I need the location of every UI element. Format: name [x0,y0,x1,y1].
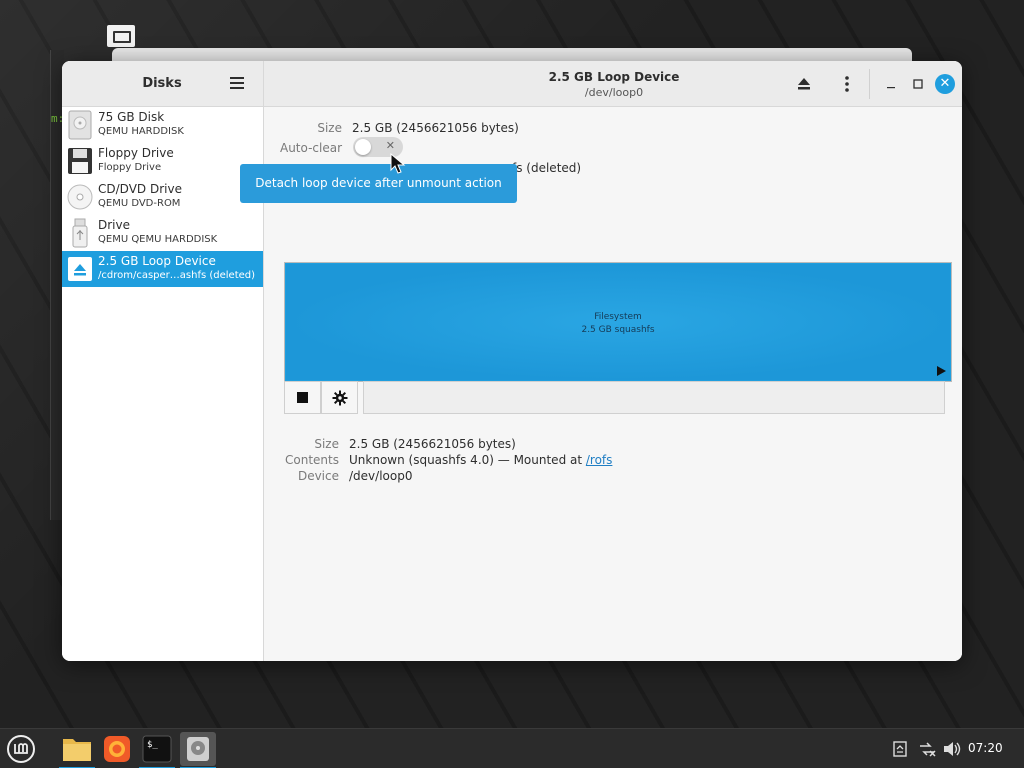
backing-file-value: fs (deleted) [512,161,582,175]
volume-graphic: Filesystem 2.5 GB squashfs [284,262,952,382]
files-icon [63,739,91,761]
contents-label: Contents [285,453,339,467]
mouse-cursor-icon [390,153,406,174]
terminal-icon: $_ [142,735,172,763]
drive-name: CD/DVD Drive [98,182,182,196]
contents-text: Unknown (squashfs 4.0) — Mounted at [349,453,586,467]
drive-subtitle: Floppy Drive [98,162,162,173]
header-bar: 2.5 GB Loop Device /dev/loop0 ✕ [264,61,962,107]
gear-icon [332,390,347,405]
taskbar-files[interactable] [59,732,95,768]
tray-notes[interactable] [891,740,909,758]
toggle-knob [355,139,371,155]
eject-button[interactable] [793,73,815,95]
taskbar-terminal[interactable]: $_ [139,732,175,768]
usb-drive-icon [72,218,88,248]
partition-toolbar [284,381,946,415]
hamburger-menu-icon[interactable] [227,74,247,94]
tray-volume[interactable] [943,740,961,758]
taskbar-disks[interactable] [180,732,216,768]
partition-size: 2.5 GB squashfs [581,325,655,335]
sidebar-item-drive[interactable]: Drive QEMU QEMU HARDDISK [62,215,263,251]
tray-network[interactable] [918,740,936,758]
contents-value: Unknown (squashfs 4.0) — Mounted at /rof… [349,453,612,467]
disks-window: Disks 75 GB Disk QEMU HARDDISK Floppy Dr… [62,61,962,661]
drive-name: Drive [98,218,130,232]
play-arrow-icon [937,366,946,376]
size-label: Size [317,121,342,135]
eject-icon [68,257,92,281]
header-separator [869,69,870,99]
device-value: /dev/loop0 [349,469,413,483]
partition-block[interactable]: Filesystem 2.5 GB squashfs [286,264,950,380]
more-options-button[interactable] [836,73,858,95]
sidebar: Disks 75 GB Disk QEMU HARDDISK Floppy Dr… [62,61,264,661]
start-menu-button[interactable] [3,732,39,766]
drive-subtitle: QEMU HARDDISK [98,126,184,137]
kebab-menu-icon [845,76,849,92]
autoclear-tooltip: Detach loop device after unmount action [240,164,517,203]
partition-size-value: 2.5 GB (2456621056 bytes) [349,437,516,451]
sidebar-item-loop-device[interactable]: 2.5 GB Loop Device /cdrom/casper…ashfs (… [62,251,263,287]
maximize-button[interactable] [907,73,929,95]
mint-menu-icon [7,735,35,763]
taskbar: $_ 07:20 [0,728,1024,768]
drive-name: 2.5 GB Loop Device [98,254,216,268]
minimize-icon [887,87,895,89]
mount-point-link[interactable]: /rofs [586,453,613,467]
desktop-computer-icon[interactable] [107,25,135,47]
drive-subtitle: QEMU QEMU HARDDISK [98,234,218,245]
partition-label: Filesystem 2.5 GB squashfs [286,311,950,337]
drive-subtitle: QEMU DVD-ROM [98,198,181,209]
unmount-button[interactable] [284,381,321,414]
partition-size-label: Size [314,437,339,451]
autoclear-label: Auto-clear [279,141,342,155]
svg-text:$_: $_ [147,740,158,750]
size-value: 2.5 GB (2456621056 bytes) [352,121,519,135]
partition-settings-button[interactable] [321,381,358,414]
stop-icon [297,392,308,403]
network-disconnected-icon [920,742,936,757]
taskbar-firefox[interactable] [99,732,135,766]
firefox-icon [104,736,130,762]
sidebar-item-cd-dvd-drive[interactable]: CD/DVD Drive QEMU DVD-ROM [62,179,263,215]
drive-subtitle: /cdrom/casper…ashfs (deleted) [98,270,256,281]
device-details: Size 2.5 GB (2456621056 bytes) Auto-clea… [240,107,962,661]
toggle-off-icon: ✕ [385,139,395,152]
cdrom-icon [67,184,93,210]
drive-name: 75 GB Disk [98,110,165,124]
eject-icon [798,78,810,90]
volume-icon [944,742,961,756]
maximize-icon [913,79,923,89]
close-icon: ✕ [935,74,955,94]
clock[interactable]: 07:20 [968,741,1003,755]
clipboard-icon [893,741,907,757]
partition-title: Filesystem [594,312,642,322]
sidebar-header: Disks [62,61,263,107]
toolbar-spacer [363,381,945,414]
harddisk-icon [68,110,92,140]
drive-name: Floppy Drive [98,146,174,160]
minimize-button[interactable] [880,73,902,95]
floppy-icon [68,148,92,174]
sidebar-item-floppy-drive[interactable]: Floppy Drive Floppy Drive [62,143,263,179]
sidebar-item-75gb-disk[interactable]: 75 GB Disk QEMU HARDDISK [62,107,263,143]
close-button[interactable]: ✕ [934,73,956,95]
disks-icon [187,737,209,761]
device-label: Device [297,469,339,483]
